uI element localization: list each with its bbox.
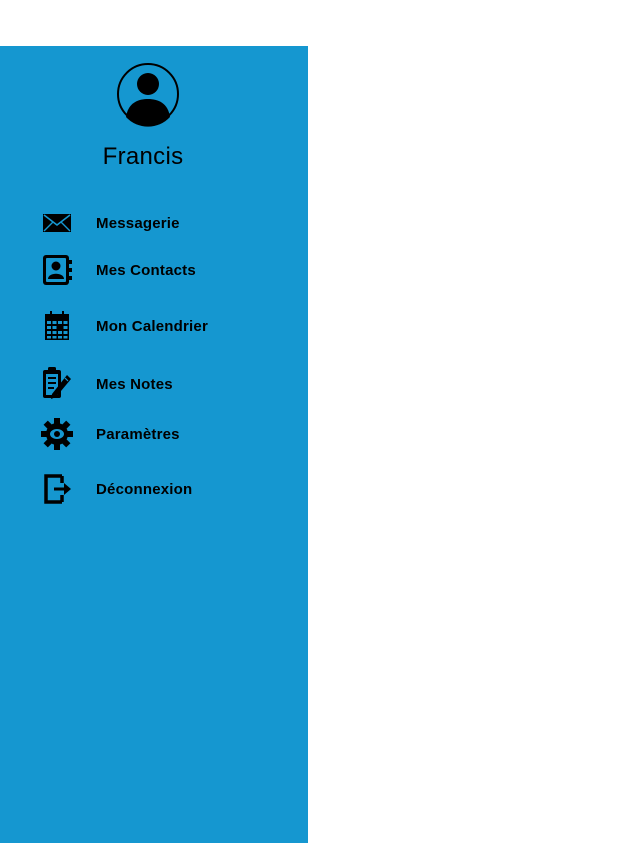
menu-item-label: Messagerie xyxy=(96,214,180,232)
menu-item-label: Mes Contacts xyxy=(96,261,196,279)
menu-item-label: Mon Calendrier xyxy=(96,317,208,335)
menu-item-label: Paramètres xyxy=(96,425,180,443)
user-name: Francis xyxy=(102,143,184,170)
menu-item-mes-contacts[interactable]: Mes Contacts xyxy=(38,250,288,290)
menu-item-label: Déconnexion xyxy=(96,480,193,498)
menu-item-label: Mes Notes xyxy=(96,375,173,393)
logout-icon xyxy=(38,469,76,509)
contacts-book-icon xyxy=(38,250,76,290)
user-avatar[interactable] xyxy=(116,59,180,129)
calendar-icon xyxy=(38,306,76,346)
navigation-drawer: Francis Messagerie Mes Contacts Mon Cale… xyxy=(0,46,308,843)
gear-icon xyxy=(38,414,76,454)
clipboard-pencil-icon xyxy=(38,364,76,404)
menu-item-deconnexion[interactable]: Déconnexion xyxy=(38,469,288,509)
menu-item-mon-calendrier[interactable]: Mon Calendrier xyxy=(38,306,288,346)
menu-item-messagerie[interactable]: Messagerie xyxy=(38,203,288,243)
menu-item-mes-notes[interactable]: Mes Notes xyxy=(38,364,288,404)
envelope-icon xyxy=(38,203,76,243)
menu-item-parametres[interactable]: Paramètres xyxy=(38,414,288,454)
user-avatar-icon xyxy=(117,63,179,127)
